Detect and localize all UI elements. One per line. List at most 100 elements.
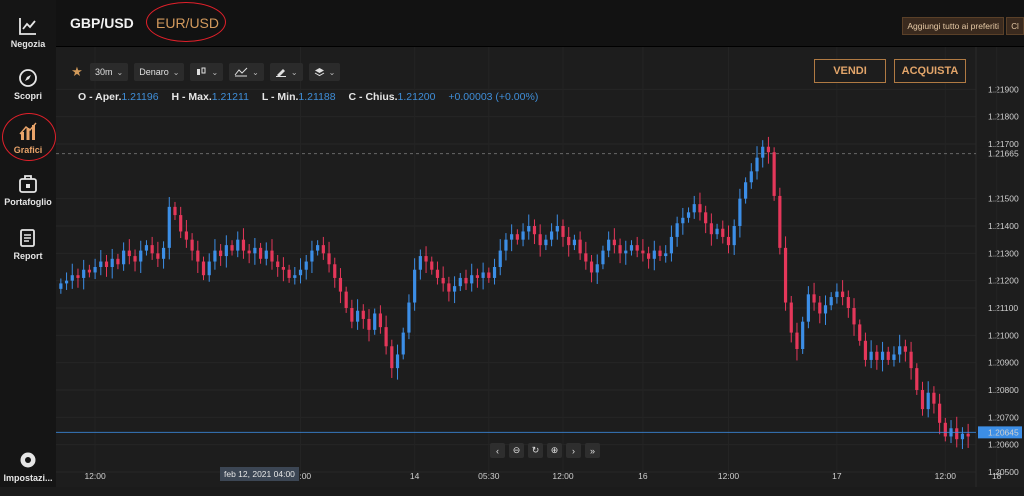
low-label: L - Min. <box>261 91 299 103</box>
candle-body <box>475 275 480 278</box>
x-tick-label: 14 <box>410 471 420 481</box>
scroll-left-icon[interactable]: ‹ <box>490 443 505 458</box>
low-value: 1.21188 <box>298 91 336 103</box>
scroll-to-end-icon[interactable]: » <box>585 443 600 458</box>
interval-select[interactable]: 30m ⌄ <box>90 63 129 81</box>
candle-body <box>527 226 531 232</box>
candle-body <box>435 269 440 278</box>
candle-body <box>161 247 166 259</box>
sell-button[interactable]: VENDI <box>814 59 886 83</box>
candle-body <box>281 267 285 270</box>
candle-body <box>778 195 782 248</box>
candle-body <box>87 269 91 273</box>
candle-body <box>903 346 907 352</box>
candle-body <box>567 236 571 246</box>
change-value: +0.00003 (+0.00%) <box>448 91 539 103</box>
candle-body <box>333 264 337 278</box>
nav-item-grafici[interactable]: Grafici <box>0 116 56 168</box>
candle-body <box>110 258 114 267</box>
candle-body <box>589 261 594 273</box>
top-bar: GBP/USD EUR/USD Aggiungi tutto ai prefer… <box>56 0 1024 47</box>
candle-body <box>458 277 462 287</box>
candle-body <box>732 226 736 246</box>
zoom-out-icon[interactable]: ⊖ <box>509 443 524 458</box>
candle-body <box>270 250 274 262</box>
nav-label: Report <box>13 251 43 261</box>
candle-body <box>624 250 628 254</box>
candle-body <box>892 354 896 360</box>
chart-bars-icon <box>19 122 37 140</box>
candle-body <box>960 433 965 440</box>
candle-body <box>470 275 474 284</box>
candle-body <box>544 239 548 246</box>
buy-button[interactable]: ACQUISTA <box>894 59 966 83</box>
candle-body <box>698 204 702 213</box>
reset-icon[interactable]: ↻ <box>528 443 543 458</box>
candle-body <box>378 313 383 328</box>
y-tick-label: 1.20600 <box>988 440 1019 450</box>
candle-body <box>361 310 365 319</box>
tab-gbpusd[interactable]: GBP/USD <box>70 0 134 46</box>
chart-navigation-controls: ‹ ⊖ ↻ ⊕ › » <box>490 443 600 458</box>
candle-body <box>156 253 160 259</box>
candle-body <box>709 223 713 235</box>
y-tick-label: 1.21100 <box>988 303 1018 313</box>
candle-body <box>327 253 331 265</box>
drawing-tools-select[interactable]: ⌄ <box>269 63 303 81</box>
price-marker-label: 1.21665 <box>988 149 1019 159</box>
candle-body <box>658 250 662 257</box>
candle-body <box>196 250 200 262</box>
nav-item-negozia[interactable]: Negozia <box>0 10 56 62</box>
add-all-favorites-button[interactable]: Aggiungi tutto ai preferiti <box>902 17 1004 35</box>
candle-body <box>207 261 211 276</box>
scroll-right-icon[interactable]: › <box>566 443 581 458</box>
candle-body <box>59 283 63 289</box>
candle-body <box>841 291 845 298</box>
y-tick-label: 1.21700 <box>988 139 1019 149</box>
star-icon[interactable]: ★ <box>70 64 84 80</box>
candle-body <box>669 236 674 254</box>
crosshair-date-label: feb 12, 2021 04:00 <box>220 467 299 481</box>
candle-body <box>116 258 120 265</box>
clear-button[interactable]: Cl <box>1006 17 1024 35</box>
y-tick-label: 1.20900 <box>988 358 1019 368</box>
chart-type-select[interactable]: ⌄ <box>190 63 224 81</box>
candle-body <box>766 146 771 153</box>
candle-body <box>298 269 303 276</box>
y-tick-label: 1.21400 <box>988 221 1019 231</box>
candle-body <box>738 198 742 226</box>
y-tick-label: 1.21500 <box>988 194 1019 204</box>
open-value: 1.21196 <box>121 91 159 103</box>
candle-body <box>686 212 691 218</box>
layers-select[interactable]: ⌄ <box>308 63 341 81</box>
chart-panel[interactable]: 1.21900 1.21800 1.21700 1.21500 1.21400 1.213… <box>56 47 1024 487</box>
price-type-select[interactable]: Denaro ⌄ <box>134 63 185 81</box>
ohlc-readout: O - Aper.1.21196 H - Max.1.21211 L - Min… <box>78 91 538 103</box>
close-value: 1.21200 <box>397 91 436 103</box>
candle-body <box>869 351 873 360</box>
nav-item-report[interactable]: Report <box>0 222 56 274</box>
candle-body <box>350 308 354 322</box>
candle-body <box>561 226 565 237</box>
indicators-select[interactable]: ⌄ <box>229 63 264 81</box>
price-chart[interactable]: 1.21900 1.21800 1.21700 1.21500 1.21400 1.213… <box>56 47 1024 487</box>
candle-body <box>492 267 497 278</box>
candle-body <box>452 286 457 292</box>
candle-body <box>150 245 154 254</box>
briefcase-icon <box>19 175 37 193</box>
nav-item-portafoglio[interactable]: Portafoglio <box>0 168 56 220</box>
candle-body <box>943 422 947 437</box>
candle-body <box>247 250 251 254</box>
candle-body <box>858 324 862 341</box>
tab-eurusd[interactable]: EUR/USD <box>156 0 219 46</box>
price-type-value: Denaro <box>139 67 169 77</box>
nav-item-scopri[interactable]: Scopri <box>0 62 56 114</box>
candle-body <box>721 228 725 237</box>
nav-label: Negozia <box>10 39 46 49</box>
zoom-in-icon[interactable]: ⊕ <box>547 443 562 458</box>
candle-body <box>510 234 514 240</box>
nav-item-impostazioni[interactable]: Impostazi... <box>0 444 56 496</box>
candle-body <box>407 302 411 333</box>
interval-value: 30m <box>95 67 113 77</box>
candle-body <box>287 269 291 278</box>
